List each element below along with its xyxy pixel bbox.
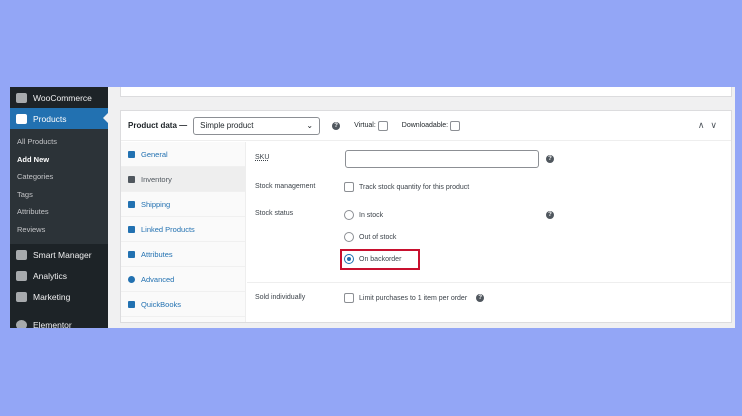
menu-elementor[interactable]: Elementor <box>10 314 108 328</box>
tab-shipping[interactable]: Shipping <box>121 192 245 217</box>
wrench-icon <box>128 150 135 158</box>
link-icon <box>128 225 135 233</box>
menu-label: Products <box>33 113 67 124</box>
menu-analytics[interactable]: Analytics <box>10 265 108 286</box>
downloadable-option[interactable]: Downloadable: <box>401 120 461 131</box>
tab-linked-products[interactable]: Linked Products <box>121 217 245 242</box>
help-icon[interactable]: ? <box>332 121 341 130</box>
submenu-tags[interactable]: Tags <box>10 186 108 204</box>
submenu-add-new[interactable]: Add New <box>10 151 108 169</box>
radio-in-stock[interactable]: In stock <box>344 210 383 220</box>
track-stock-option[interactable]: Track stock quantity for this product <box>344 182 469 192</box>
woocommerce-icon <box>16 92 27 103</box>
limit-purchases-checkbox[interactable] <box>344 293 354 303</box>
virtual-label: Virtual: <box>354 122 376 129</box>
submenu-categories[interactable]: Categories <box>10 168 108 186</box>
tab-label: Inventory <box>141 174 172 184</box>
tab-label: QuickBooks <box>141 299 182 309</box>
track-stock-checkbox[interactable] <box>344 182 354 192</box>
quickbooks-icon <box>128 300 135 308</box>
tab-advanced[interactable]: Advanced <box>121 267 245 292</box>
products-submenu: All Products Add New Categories Tags Att… <box>10 129 108 244</box>
limit-purchases-label: Limit purchases to 1 item per order <box>359 294 468 302</box>
menu-label: WooCommerce <box>33 92 92 103</box>
gear-icon <box>128 275 135 283</box>
menu-label: Analytics <box>33 270 68 281</box>
editor-box <box>120 87 732 97</box>
stock-status-label: Stock status <box>255 210 294 217</box>
product-type-select[interactable]: Simple product ⌄ <box>193 116 321 135</box>
product-data-tabs: General Inventory Shipping Linked Produc… <box>121 142 246 322</box>
radio-label: Out of stock <box>359 233 397 241</box>
virtual-option[interactable]: Virtual: <box>354 120 388 131</box>
track-stock-label: Track stock quantity for this product <box>359 183 470 191</box>
inventory-fields: SKU ? Stock management Track stock quant… <box>247 142 731 322</box>
sku-input[interactable] <box>345 150 539 168</box>
radio-button[interactable] <box>344 210 354 220</box>
product-data-panel: Product data — Simple product ⌄ ? Virtual… <box>120 110 732 323</box>
tab-attributes[interactable]: Attributes <box>121 242 245 267</box>
tab-label: Advanced <box>141 274 175 284</box>
truck-icon <box>128 200 135 208</box>
wordpress-admin: WooCommerce Products All Products Add Ne… <box>10 87 735 328</box>
virtual-checkbox[interactable] <box>377 120 388 131</box>
help-icon[interactable]: ? <box>546 155 554 163</box>
products-icon <box>16 113 27 124</box>
submenu-reviews[interactable]: Reviews <box>10 221 108 239</box>
limit-purchases-option[interactable]: Limit purchases to 1 item per order? <box>344 293 485 303</box>
product-type-value: Simple product <box>200 121 254 130</box>
tab-label: General <box>141 149 168 159</box>
help-icon[interactable]: ? <box>546 211 554 219</box>
downloadable-label: Downloadable: <box>401 122 449 129</box>
sku-label: SKU <box>255 154 270 161</box>
menu-products[interactable]: Products <box>10 108 108 129</box>
analytics-icon <box>16 270 27 281</box>
menu-label: Marketing <box>33 291 71 302</box>
marketing-icon <box>16 291 27 302</box>
smart-manager-icon <box>16 249 27 260</box>
menu-label: Elementor <box>33 319 72 329</box>
elementor-icon <box>16 319 27 328</box>
menu-marketing[interactable]: Marketing <box>10 286 108 307</box>
stock-management-label: Stock management <box>255 183 316 190</box>
product-data-header: Product data — Simple product ⌄ ? Virtual… <box>121 111 731 141</box>
tab-label: Linked Products <box>141 224 195 234</box>
tab-inventory[interactable]: Inventory <box>121 167 245 192</box>
chevron-down-icon: ⌄ <box>306 121 314 130</box>
list-icon <box>128 250 135 258</box>
menu-woocommerce[interactable]: WooCommerce <box>10 87 108 108</box>
tag-icon <box>128 175 135 183</box>
radio-out-of-stock[interactable]: Out of stock <box>344 232 396 242</box>
chevron-up-icon[interactable]: ∧ <box>698 120 711 130</box>
divider <box>247 282 731 283</box>
menu-smart-manager[interactable]: Smart Manager <box>10 244 108 265</box>
tab-label: Shipping <box>141 199 171 209</box>
sold-individually-label: Sold individually <box>255 294 306 301</box>
tab-general[interactable]: General <box>121 142 245 167</box>
help-icon[interactable]: ? <box>476 294 485 302</box>
tab-quickbooks[interactable]: QuickBooks <box>121 292 245 317</box>
downloadable-checkbox[interactable] <box>450 120 461 131</box>
tab-label: Attributes <box>141 249 173 259</box>
submenu-all-products[interactable]: All Products <box>10 133 108 151</box>
highlight-box <box>340 249 420 270</box>
chevron-down-icon[interactable]: ∨ <box>710 120 723 130</box>
radio-label: In stock <box>359 211 384 219</box>
product-data-title: Product data — <box>128 121 188 130</box>
panel-order-arrows[interactable]: ∧∨ <box>698 120 723 131</box>
submenu-attributes[interactable]: Attributes <box>10 203 108 221</box>
admin-sidebar: WooCommerce Products All Products Add Ne… <box>10 87 108 328</box>
menu-label: Smart Manager <box>33 249 92 260</box>
radio-button[interactable] <box>344 232 354 242</box>
